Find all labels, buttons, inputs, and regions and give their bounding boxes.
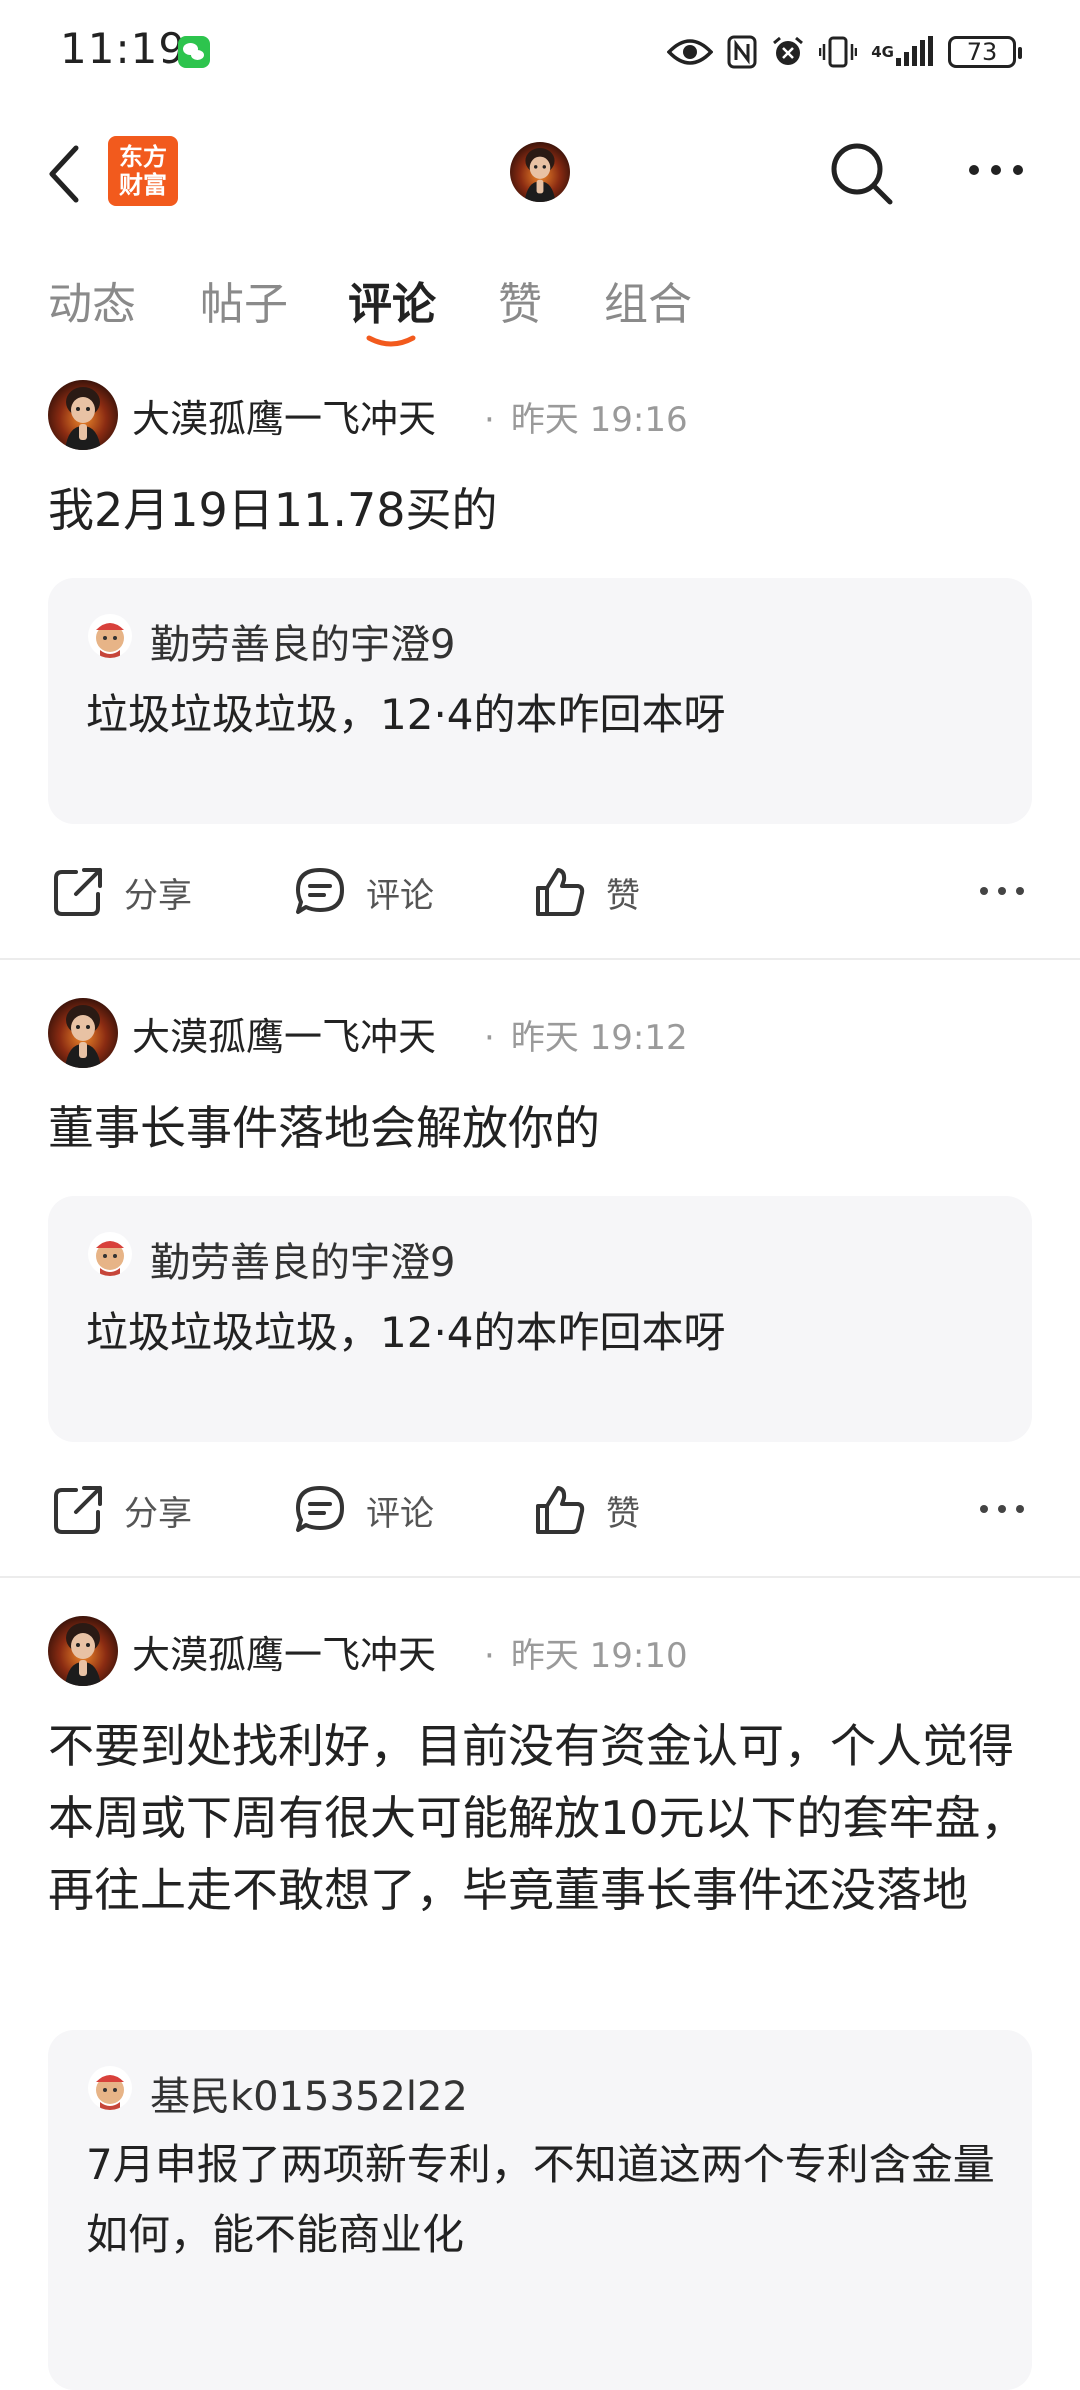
comment-text[interactable]: 我2月19日11.78买的 (48, 474, 1038, 546)
divider (0, 958, 1080, 960)
tab-posts[interactable]: 帖子 (200, 268, 288, 332)
tab-likes[interactable]: 赞 (498, 268, 542, 332)
author-name[interactable]: 大漠孤鹰一飞冲天 (132, 1624, 436, 1679)
battery-level: 73 (966, 38, 998, 66)
post-time: · 昨天 19:10 (484, 1636, 688, 1676)
divider (0, 1576, 1080, 1578)
search-icon[interactable] (828, 140, 894, 206)
logo-line2: 财富 (119, 171, 167, 199)
vibrate-icon (819, 35, 858, 69)
share-icon (54, 1486, 102, 1534)
app-logo[interactable]: 东方 财富 (108, 136, 178, 206)
share-icon (54, 868, 102, 916)
quoted-user-name[interactable]: 勤劳善良的宇澄9 (150, 612, 455, 670)
comment-label: 评论 (366, 1493, 434, 1534)
thumbs-up-icon (536, 868, 585, 916)
author-row: 大漠孤鹰一飞冲天 · 昨天 19:10 (48, 1616, 1048, 1686)
comment-button[interactable]: 评论 (292, 862, 434, 922)
logo-line1: 东方 (119, 143, 167, 171)
avatar[interactable] (48, 1616, 118, 1686)
tab-portfolio[interactable]: 组合 (604, 268, 692, 332)
tab-dynamics[interactable]: 动态 (48, 268, 136, 332)
quoted-post[interactable]: 基民k015352l22 7月申报了两项新专利，不知道这两个专利含金量如何，能不… (48, 2030, 1032, 2390)
quoted-user-name[interactable]: 勤劳善良的宇澄9 (150, 1230, 455, 1288)
comment-icon (296, 868, 344, 914)
header: 东方 财富 (0, 104, 1080, 240)
quoted-text: 垃圾垃圾垃圾，12·4的本咋回本呀 (86, 690, 726, 739)
share-label: 分享 (124, 1493, 192, 1534)
comment-text[interactable]: 不要到处找利好，目前没有资金认可，个人觉得本周或下周有很大可能解放10元以下的套… (48, 1710, 1038, 1926)
status-icons: 4G 73 (667, 28, 1022, 76)
wechat-icon (178, 36, 210, 68)
comment-card: 大漠孤鹰一飞冲天 · 昨天 19:10 不要到处找利好，目前没有资金认可，个人觉得… (0, 1616, 1080, 2390)
more-options-icon[interactable] (978, 884, 1026, 898)
share-button[interactable]: 分享 (50, 1480, 192, 1540)
eye-icon (667, 36, 714, 68)
quoted-text: 垃圾垃圾垃圾，12·4的本咋回本呀 (86, 1308, 726, 1357)
quoted-avatar (88, 2066, 132, 2110)
comment-text[interactable]: 董事长事件落地会解放你的 (48, 1092, 1038, 1164)
share-button[interactable]: 分享 (50, 862, 192, 922)
like-button[interactable]: 赞 (532, 862, 640, 922)
author-row: 大漠孤鹰一飞冲天 · 昨天 19:16 (48, 380, 1048, 450)
post-time: · 昨天 19:12 (484, 1018, 688, 1058)
like-label: 赞 (606, 875, 640, 916)
quoted-post[interactable]: 勤劳善良的宇澄9 垃圾垃圾垃圾，12·4的本咋回本呀 (48, 578, 1032, 824)
action-bar: 分享 评论 赞 (0, 852, 1080, 932)
alarm-icon (771, 35, 805, 69)
comment-label: 评论 (366, 875, 434, 916)
status-time: 11:19 (60, 24, 187, 73)
comment-card: 大漠孤鹰一飞冲天 · 昨天 19:16 我2月19日11.78买的 勤劳善良的宇澄… (0, 380, 1080, 960)
action-bar: 分享 评论 赞 (0, 1470, 1080, 1550)
quoted-user: 基民k015352l22 (88, 2060, 988, 2120)
comment-card: 大漠孤鹰一飞冲天 · 昨天 19:12 董事长事件落地会解放你的 勤劳善良的宇澄9… (0, 998, 1080, 1578)
avatar[interactable] (48, 380, 118, 450)
status-bar: 11:19 4G 73 (0, 0, 1080, 104)
quoted-user-name[interactable]: 基民k015352l22 (150, 2064, 468, 2122)
profile-tabs: 动态 帖子 评论 赞 组合 (0, 260, 1080, 352)
quoted-avatar (88, 1232, 132, 1276)
active-tab-indicator (366, 335, 416, 347)
battery-icon: 73 (948, 36, 1022, 68)
more-options-icon[interactable] (978, 1502, 1026, 1516)
quoted-post[interactable]: 勤劳善良的宇澄9 垃圾垃圾垃圾，12·4的本咋回本呀 (48, 1196, 1032, 1442)
quoted-text: 7月申报了两项新专利，不知道这两个专利含金量如何，能不能商业化 (86, 2140, 995, 2259)
thumbs-up-icon (536, 1486, 585, 1534)
nfc-icon (727, 35, 757, 69)
like-button[interactable]: 赞 (532, 1480, 640, 1540)
author-row: 大漠孤鹰一飞冲天 · 昨天 19:12 (48, 998, 1048, 1068)
quoted-user: 勤劳善良的宇澄9 (88, 1226, 988, 1286)
signal-icon: 4G (871, 36, 934, 68)
quoted-avatar (88, 614, 132, 658)
like-label: 赞 (606, 1493, 640, 1534)
header-avatar[interactable] (510, 142, 570, 202)
comment-button[interactable]: 评论 (292, 1480, 434, 1540)
avatar[interactable] (48, 998, 118, 1068)
quoted-user: 勤劳善良的宇澄9 (88, 608, 988, 668)
share-label: 分享 (124, 875, 192, 916)
author-name[interactable]: 大漠孤鹰一飞冲天 (132, 388, 436, 443)
comment-icon (296, 1486, 344, 1532)
more-icon[interactable] (966, 160, 1026, 180)
post-time: · 昨天 19:16 (484, 400, 688, 440)
author-name[interactable]: 大漠孤鹰一飞冲天 (132, 1006, 436, 1061)
back-icon[interactable] (44, 142, 84, 206)
tab-comments[interactable]: 评论 (348, 268, 436, 332)
